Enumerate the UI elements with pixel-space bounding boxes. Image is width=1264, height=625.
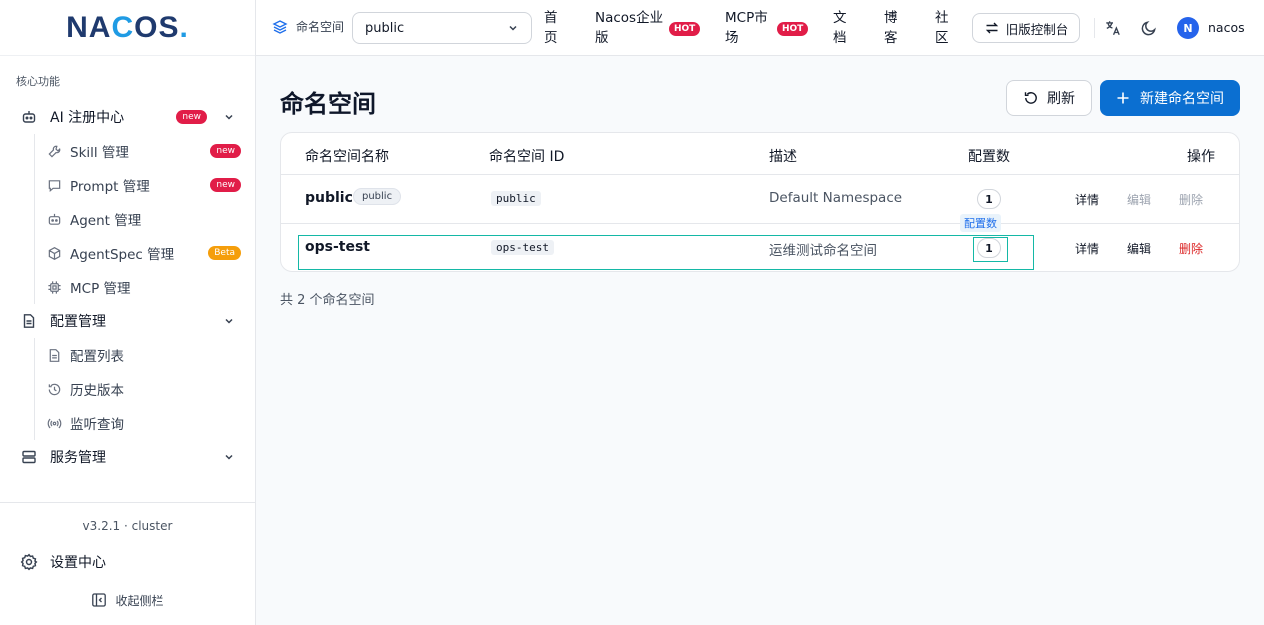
column-header-count: 配置数 <box>968 149 1010 165</box>
edit-link[interactable]: 编辑 <box>1127 240 1151 257</box>
detail-link[interactable]: 详情 <box>1075 191 1099 208</box>
server-icon <box>20 448 38 466</box>
moon-icon[interactable] <box>1140 19 1158 37</box>
namespace-name: public <box>305 190 353 206</box>
column-header-id: 命名空间 ID <box>489 149 565 165</box>
sidebar-item-config-list[interactable]: 配置列表 <box>35 338 255 372</box>
hot-badge: HOT <box>777 22 809 36</box>
sidebar-item-agent[interactable]: Agent 管理 <box>35 202 255 236</box>
version-label: v3.2.1 · cluster <box>82 519 173 533</box>
swap-icon <box>985 22 998 34</box>
sidebar-collapse-icon <box>92 593 107 607</box>
broadcast-icon <box>46 415 62 431</box>
sidebar-item-listener[interactable]: 监听查询 <box>35 406 255 440</box>
config-count[interactable]: 1 <box>977 189 1001 209</box>
new-badge: new <box>176 110 207 124</box>
namespace-id: public <box>491 191 541 206</box>
sidebar-nav: AI 注册中心 new Skill 管理 new Prompt 管理 new A… <box>0 100 255 474</box>
sidebar-item-agentspec[interactable]: AgentSpec 管理 Beta <box>35 236 255 270</box>
divider <box>281 223 1239 224</box>
config-count[interactable]: 1 <box>977 238 1001 258</box>
namespace-name: ops-test <box>305 239 370 255</box>
divider <box>1094 18 1095 38</box>
namespace-table: 命名空间名称 命名空间 ID 描述 配置数 操作 public public p… <box>280 132 1240 272</box>
settings-center[interactable]: 设置中心 <box>0 549 255 575</box>
hot-badge: HOT <box>669 22 701 36</box>
chevron-down-icon <box>225 318 233 324</box>
delete-link[interactable]: 删除 <box>1179 240 1203 257</box>
create-namespace-button[interactable]: 新建命名空间 <box>1100 80 1240 116</box>
sidebar-group-config[interactable]: 配置管理 <box>0 304 255 338</box>
refresh-button[interactable]: 刷新 <box>1006 80 1092 116</box>
legacy-console-button[interactable]: 旧版控制台 <box>972 13 1080 43</box>
page-title: 命名空间 <box>280 90 376 118</box>
robot-icon <box>20 108 38 126</box>
sidebar-group-service[interactable]: 服务管理 <box>0 440 255 474</box>
gear-icon <box>20 553 38 571</box>
file-icon <box>46 347 62 363</box>
public-tag: public <box>353 188 402 205</box>
username[interactable]: nacos <box>1208 20 1245 35</box>
nav-mcp-market[interactable]: MCP市场 <box>725 8 768 48</box>
plus-icon <box>1117 92 1129 104</box>
chevron-down-icon <box>225 114 233 120</box>
config-submenu: 配置列表 历史版本 监听查询 <box>34 338 255 440</box>
config-count-tooltip: 配置数 <box>960 214 1001 232</box>
chip-icon <box>46 279 62 295</box>
detail-link[interactable]: 详情 <box>1075 240 1099 257</box>
sidebar-item-history[interactable]: 历史版本 <box>35 372 255 406</box>
namespace-desc: 运维测试命名空间 <box>769 243 877 259</box>
wrench-icon <box>46 143 62 159</box>
ai-registry-submenu: Skill 管理 new Prompt 管理 new Agent 管理 Agen… <box>34 134 255 304</box>
section-label: 核心功能 <box>16 75 60 88</box>
nav-enterprise[interactable]: Nacos企业版 <box>595 8 663 48</box>
history-icon <box>46 381 62 397</box>
translate-icon[interactable] <box>1104 19 1122 37</box>
layers-icon <box>272 19 288 34</box>
sidebar: NACOS. 核心功能 AI 注册中心 new Skill 管理 new Pro… <box>0 0 256 625</box>
namespace-select[interactable]: public <box>352 12 532 44</box>
column-header-name: 命名空间名称 <box>305 149 389 165</box>
nav-home[interactable]: 首页 <box>544 8 558 48</box>
delete-link[interactable]: 删除 <box>1179 191 1203 208</box>
namespace-count-summary: 共 2 个命名空间 <box>280 293 375 308</box>
new-badge: new <box>210 144 241 158</box>
column-header-desc: 描述 <box>769 149 797 165</box>
nav-docs[interactable]: 文档 <box>833 8 847 48</box>
topbar: 命名空间 public 首页 Nacos企业版 HOT MCP市场 HOT 文档… <box>256 0 1264 56</box>
collapse-sidebar-button[interactable]: 收起侧栏 <box>0 589 255 611</box>
divider <box>281 174 1239 175</box>
namespace-label: 命名空间 <box>272 18 344 35</box>
avatar[interactable]: N <box>1177 17 1199 39</box>
robot-icon <box>46 211 62 227</box>
nav-community[interactable]: 社区 <box>935 8 949 48</box>
refresh-icon <box>1024 92 1037 104</box>
sidebar-group-ai-registry[interactable]: AI 注册中心 new <box>0 100 255 134</box>
column-header-actions: 操作 <box>1187 149 1215 165</box>
edit-link[interactable]: 编辑 <box>1127 191 1151 208</box>
sidebar-item-skill[interactable]: Skill 管理 new <box>35 134 255 168</box>
namespace-id: ops-test <box>491 240 554 255</box>
sidebar-footer: v3.2.1 · cluster 设置中心 收起侧栏 <box>0 502 255 611</box>
sidebar-item-prompt[interactable]: Prompt 管理 new <box>35 168 255 202</box>
sidebar-item-mcp[interactable]: MCP 管理 <box>35 270 255 304</box>
chevron-down-icon <box>225 454 233 460</box>
chevron-down-icon <box>509 25 517 31</box>
document-icon <box>20 312 38 330</box>
new-badge: new <box>210 178 241 192</box>
nacos-logo[interactable]: NACOS. <box>0 0 255 56</box>
beta-badge: Beta <box>208 246 241 260</box>
namespace-desc: Default Namespace <box>769 190 903 206</box>
nav-blog[interactable]: 博客 <box>884 8 898 48</box>
cube-icon <box>46 245 62 261</box>
chat-icon <box>46 177 62 193</box>
